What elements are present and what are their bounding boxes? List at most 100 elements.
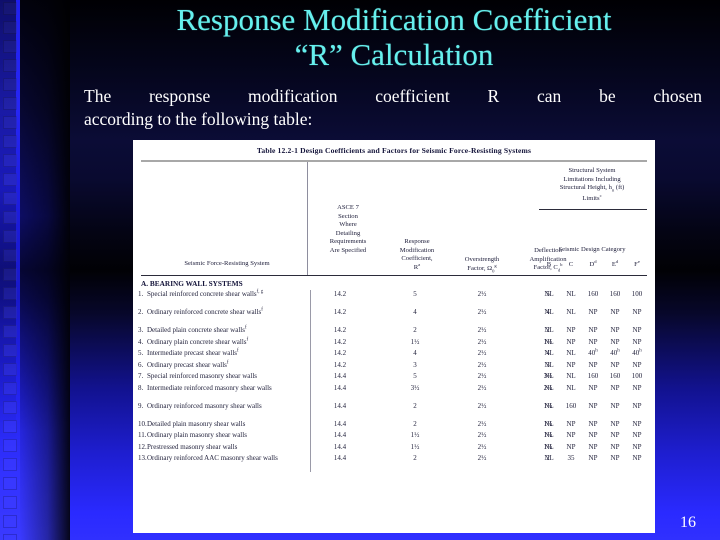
row-overstrength-factor: 2½ bbox=[477, 290, 487, 298]
table-row: 7. Special reinforced masonry shear walls… bbox=[133, 372, 655, 384]
row-sdc-value: NP bbox=[632, 454, 642, 462]
row-overstrength-factor: 2½ bbox=[477, 401, 487, 410]
film-strip-square bbox=[3, 192, 17, 205]
film-strip-square bbox=[3, 401, 17, 414]
film-strip-square bbox=[3, 249, 17, 262]
row-system-name: 10. Detailed plain masonry shear walls bbox=[138, 419, 246, 428]
row-system-name: 13. Ordinary reinforced AAC masonry shear… bbox=[138, 454, 278, 462]
row-system-name: 6. Ordinary precast shear wallsf bbox=[138, 360, 229, 369]
row-system-name: 3. Detailed plain concrete shear wallsf bbox=[138, 325, 247, 334]
slide-number: 16 bbox=[680, 514, 696, 531]
row-sdc-value: NP bbox=[588, 419, 598, 428]
header-sdc-label: Seismic Design Category bbox=[558, 246, 626, 253]
row-response-coefficient: 2 bbox=[413, 401, 417, 410]
row-sdc-value: NP bbox=[588, 326, 598, 334]
row-sdc-value: NL bbox=[544, 454, 554, 462]
row-sdc-value: NP bbox=[632, 442, 642, 451]
row-overstrength-factor: 2½ bbox=[477, 337, 487, 346]
row-asce7-section: 14.2 bbox=[333, 360, 347, 369]
row-asce7-section: 14.2 bbox=[333, 308, 347, 316]
row-system-name: 4. Ordinary plain concrete shear wallsf bbox=[138, 337, 249, 346]
row-sdc-value: NL bbox=[544, 349, 554, 357]
row-asce7-section: 14.4 bbox=[333, 454, 347, 462]
row-sdc-value: 160 bbox=[587, 290, 599, 298]
row-sdc-value: NP bbox=[588, 383, 598, 392]
row-response-coefficient: 1½ bbox=[410, 337, 420, 346]
row-sdc-value: NP bbox=[566, 337, 576, 346]
row-sdc-value: NL bbox=[544, 442, 554, 451]
header-limits-rule bbox=[539, 209, 647, 210]
row-sdc-value: NL bbox=[544, 308, 554, 316]
film-strip-square bbox=[3, 21, 17, 34]
row-sdc-value: NL bbox=[566, 372, 576, 380]
row-asce7-section: 14.4 bbox=[333, 419, 347, 428]
film-strip-square bbox=[3, 363, 17, 376]
row-sdc-value: NP bbox=[610, 383, 620, 392]
film-strip-pattern bbox=[3, 0, 19, 540]
row-system-name: 12. Prestressed masonry shear walls bbox=[138, 442, 238, 451]
row-sdc-value: NP bbox=[610, 337, 620, 346]
row-number: 9. bbox=[138, 401, 144, 410]
film-strip-square bbox=[3, 344, 17, 357]
row-number: 2. bbox=[138, 308, 144, 316]
row-number: 1. bbox=[138, 290, 144, 298]
row-overstrength-factor: 2½ bbox=[477, 454, 487, 462]
row-overstrength-factor: 2½ bbox=[477, 308, 487, 316]
film-strip-square bbox=[3, 382, 17, 395]
row-response-coefficient: 5 bbox=[413, 372, 417, 380]
presentation-slide: Response Modification Coefficient “R” Ca… bbox=[0, 0, 720, 540]
film-strip-square bbox=[3, 154, 17, 167]
header-column-divider bbox=[307, 162, 308, 275]
row-number: 13. bbox=[138, 454, 147, 462]
header-sdc-b: B bbox=[546, 261, 552, 268]
row-number: 11. bbox=[138, 431, 147, 439]
film-strip-square bbox=[3, 97, 17, 110]
row-number: 10. bbox=[138, 419, 147, 428]
row-sdc-value: NL bbox=[544, 337, 554, 346]
film-strip-square bbox=[3, 40, 17, 53]
film-strip-square bbox=[3, 325, 17, 338]
row-sdc-value: NP bbox=[610, 419, 620, 428]
row-sdc-value: NL bbox=[544, 401, 554, 410]
row-sdc-value: NP bbox=[566, 360, 576, 369]
table-row: 12. Prestressed masonry shear walls 14.4 1½… bbox=[133, 443, 655, 455]
film-strip-square bbox=[3, 116, 17, 129]
row-sdc-value: NP bbox=[632, 326, 642, 334]
row-sdc-value: NL bbox=[544, 431, 554, 439]
row-system-name: 2. Ordinary reinforced concrete shear wal… bbox=[138, 307, 263, 316]
row-number: 8. bbox=[138, 383, 144, 392]
row-system-name: 1. Special reinforced concrete shear wall… bbox=[138, 289, 264, 298]
film-strip-square bbox=[3, 420, 17, 433]
row-overstrength-factor: 2½ bbox=[477, 372, 487, 380]
film-strip-square bbox=[3, 78, 17, 91]
row-sdc-value: NP bbox=[610, 326, 620, 334]
table-body: 1. Special reinforced concrete shear wall… bbox=[133, 290, 655, 472]
row-asce7-section: 14.2 bbox=[333, 290, 347, 298]
row-asce7-section: 14.2 bbox=[333, 349, 347, 357]
table-row: 6. Ordinary precast shear wallsf 14.2 3 2½ 3 N… bbox=[133, 360, 655, 373]
table-row: 5. Intermediate precast shear wallsf 14.2 4… bbox=[133, 349, 655, 361]
row-sdc-value: NP bbox=[588, 401, 598, 410]
table-section-heading: A. BEARING WALL SYSTEMS bbox=[141, 279, 243, 288]
row-sdc-value: 160 bbox=[609, 290, 621, 298]
film-strip-square bbox=[3, 515, 17, 528]
row-number: 5. bbox=[138, 349, 144, 357]
row-sdc-value: NP bbox=[588, 360, 598, 369]
row-response-coefficient: 3½ bbox=[410, 383, 420, 392]
row-sdc-value: NP bbox=[588, 337, 598, 346]
row-sdc-value: NP bbox=[610, 360, 620, 369]
row-sdc-value: NL bbox=[544, 383, 554, 392]
row-sdc-value: 40h bbox=[610, 348, 620, 357]
row-system-name: 5. Intermediate precast shear wallsf bbox=[138, 348, 239, 357]
header-system: Seismic Force-Resisting System bbox=[184, 260, 270, 267]
row-response-coefficient: 2 bbox=[413, 454, 417, 462]
body-line-1: The response modification coefficient R … bbox=[84, 86, 702, 106]
row-system-name: 9. Ordinary reinforced masonry shear wall… bbox=[138, 401, 262, 410]
header-structural-limits: Structural System Limitations Including St… bbox=[559, 167, 625, 203]
table-row: 4. Ordinary plain concrete shear wallsf 14… bbox=[133, 337, 655, 350]
row-asce7-section: 14.4 bbox=[333, 401, 347, 410]
row-number: 4. bbox=[138, 337, 144, 346]
row-sdc-value: NP bbox=[632, 419, 642, 428]
film-strip-square bbox=[3, 135, 17, 148]
row-sdc-value: 35 bbox=[567, 454, 575, 462]
